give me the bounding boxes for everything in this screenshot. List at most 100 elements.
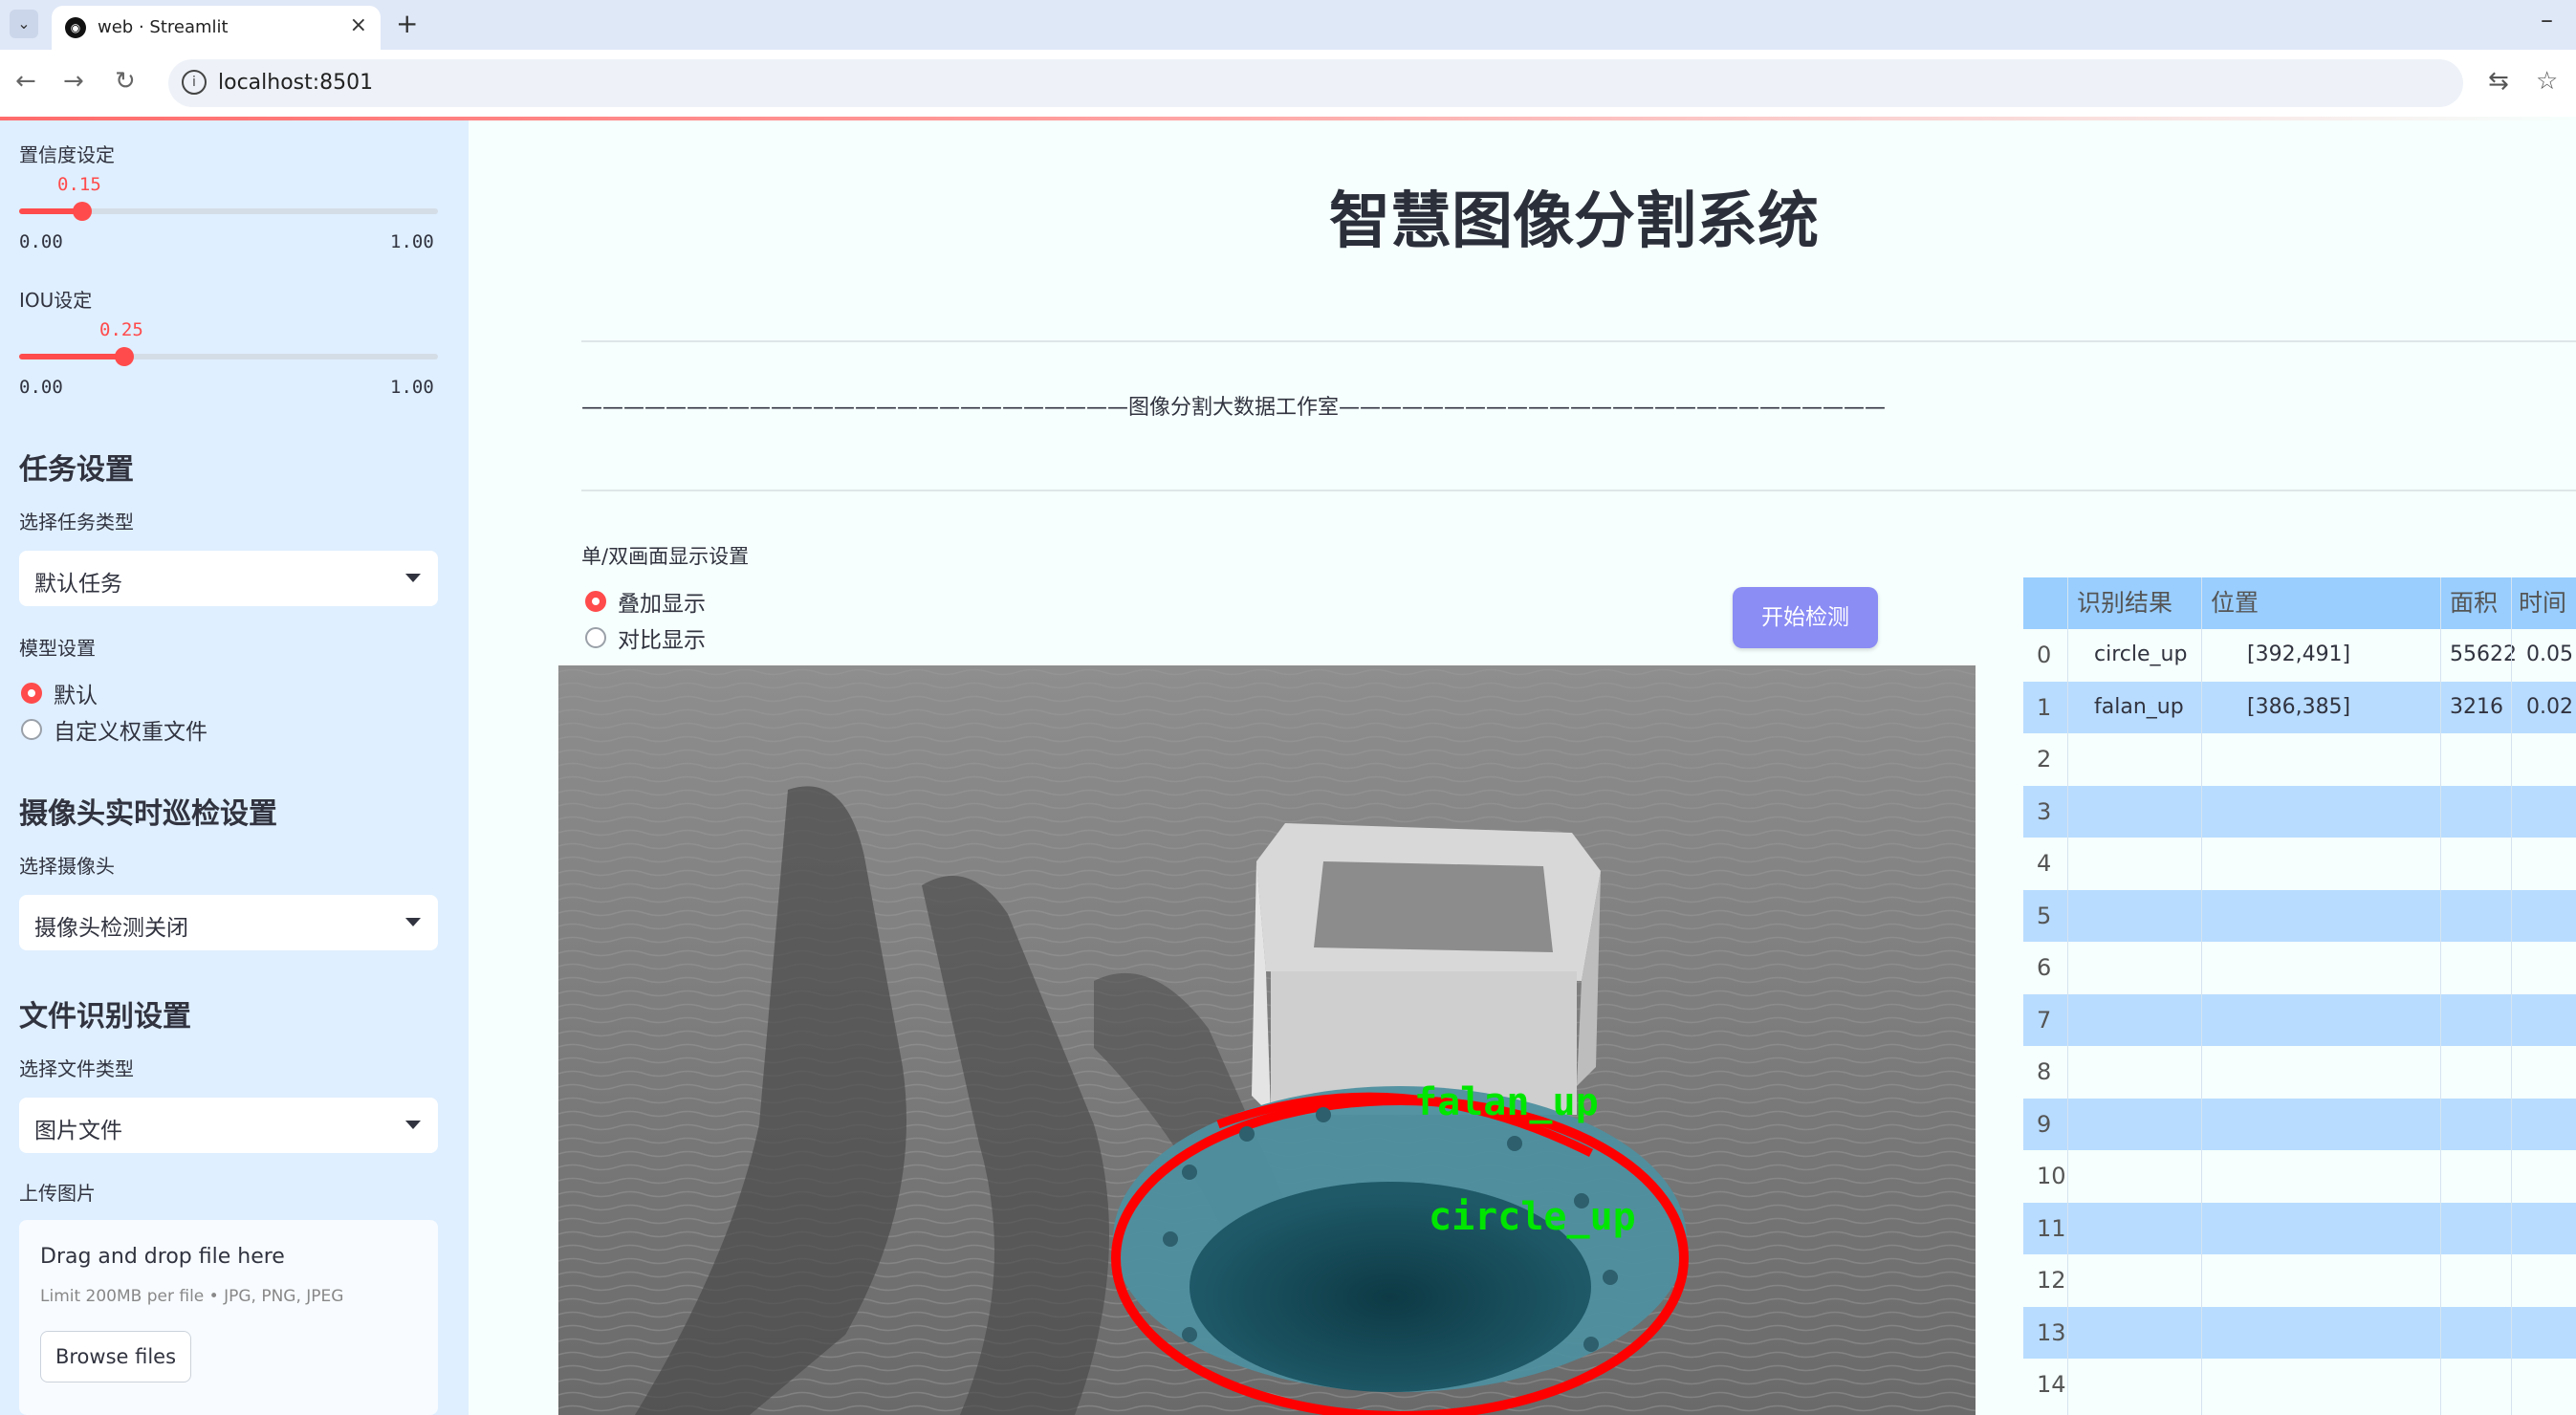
forward-arrow-icon[interactable]: →	[63, 67, 84, 96]
confidence-label: 置信度设定	[19, 143, 115, 166]
overlay-display-radio[interactable]	[585, 591, 606, 612]
task-type-select[interactable]: 默认任务	[19, 551, 438, 606]
column-divider	[2440, 577, 2441, 1415]
file-type-label: 选择文件类型	[19, 1057, 134, 1080]
dropzone-limit: Limit 200MB per file • JPG, PNG, JPEG	[40, 1287, 344, 1306]
iou-min: 0.00	[19, 377, 63, 398]
table-row[interactable]: 4	[2023, 838, 2576, 889]
table-row[interactable]: 10	[2023, 1150, 2576, 1202]
table-row[interactable]: 0 circle_up [392,491] 55622 0.05	[2023, 629, 2576, 681]
reload-icon[interactable]: ↻	[115, 67, 136, 96]
address-bar[interactable]: i localhost:8501	[168, 59, 2463, 107]
model-default-radio[interactable]	[21, 683, 42, 704]
display-mode-label: 单/双画面显示设置	[581, 545, 750, 568]
browser-tab[interactable]: ◉ web · Streamlit ×	[52, 6, 381, 50]
circle-up-detection-label: circle_up	[1429, 1195, 1636, 1239]
row-index: 10	[2037, 1163, 2066, 1189]
table-row[interactable]: 8	[2023, 1046, 2576, 1098]
row-index: 2	[2037, 746, 2052, 773]
row-index: 5	[2037, 902, 2052, 929]
row-index: 1	[2037, 693, 2052, 721]
cell-area: 55622	[2450, 642, 2517, 666]
header-area[interactable]: 面积	[2450, 577, 2498, 629]
task-settings-header: 任务设置	[19, 453, 134, 487]
compare-display-radio[interactable]	[585, 627, 606, 648]
table-row[interactable]: 14	[2023, 1359, 2576, 1410]
cell-position: [386,385]	[2247, 694, 2351, 719]
header-position[interactable]: 位置	[2211, 577, 2259, 629]
streamlit-favicon-icon: ◉	[65, 17, 86, 38]
model-default-label[interactable]: 默认	[54, 677, 98, 709]
row-index: 9	[2037, 1110, 2052, 1138]
compare-display-label[interactable]: 对比显示	[618, 621, 706, 654]
site-info-icon[interactable]: i	[182, 70, 207, 95]
row-index: 11	[2037, 1214, 2066, 1242]
model-custom-radio[interactable]	[21, 719, 42, 740]
iou-slider-thumb[interactable]	[114, 347, 134, 366]
model-custom-label[interactable]: 自定义权重文件	[54, 713, 207, 746]
results-table[interactable]: 识别结果 位置 面积 时间 0 circle_up [392,491] 55622 0.…	[2023, 577, 2576, 1415]
table-row[interactable]: 5	[2023, 889, 2576, 942]
column-divider	[2201, 577, 2202, 1415]
table-row[interactable]: 13	[2023, 1306, 2576, 1359]
row-index: 13	[2037, 1318, 2066, 1346]
window-minimize-icon[interactable]: –	[2541, 6, 2553, 34]
file-type-select[interactable]: 图片文件	[19, 1098, 438, 1153]
row-index: 14	[2037, 1371, 2066, 1398]
iou-value: 0.25	[99, 319, 143, 340]
divider	[581, 490, 2576, 491]
confidence-value: 0.15	[57, 174, 101, 195]
camera-select-value: 摄像头检测关闭	[34, 916, 188, 941]
table-row[interactable]: 12	[2023, 1254, 2576, 1306]
browser-toolbar: ← → ↻ i localhost:8501 ⇆ ☆	[0, 50, 2576, 117]
segmentation-result-image: falan_up circle_up	[558, 665, 1976, 1415]
header-result[interactable]: 识别结果	[2077, 577, 2172, 629]
studio-banner: ——————————————————————————图像分割大数据工作室————…	[581, 396, 1887, 420]
iou-label: IOU设定	[19, 289, 93, 312]
table-row[interactable]: 1 falan_up [386,385] 3216 0.02	[2023, 681, 2576, 733]
column-divider	[2511, 577, 2512, 1415]
table-row[interactable]: 7	[2023, 993, 2576, 1046]
tab-close-icon[interactable]: ×	[350, 13, 367, 37]
column-divider	[2067, 577, 2068, 1415]
row-index: 3	[2037, 797, 2052, 825]
camera-select[interactable]: 摄像头检测关闭	[19, 895, 438, 950]
table-row[interactable]: 3	[2023, 785, 2576, 838]
confidence-slider[interactable]	[19, 202, 438, 221]
model-settings-label: 模型设置	[19, 637, 96, 660]
cell-position: [392,491]	[2247, 642, 2351, 666]
file-settings-header: 文件识别设置	[19, 1000, 191, 1034]
back-arrow-icon[interactable]: ←	[15, 67, 36, 96]
url-text[interactable]: localhost:8501	[218, 71, 373, 95]
confidence-min: 0.00	[19, 231, 63, 252]
divider	[581, 340, 2576, 342]
new-tab-icon[interactable]: +	[396, 8, 418, 39]
result-image-svg: falan_up circle_up	[558, 665, 1976, 1415]
table-row[interactable]: 2	[2023, 733, 2576, 785]
row-index: 6	[2037, 954, 2052, 981]
sidebar: 置信度设定 0.15 0.00 1.00 IOU设定 0.25 0.00 1.0…	[0, 120, 469, 1415]
browser-tabbar: ⌄ ◉ web · Streamlit × + –	[0, 0, 2576, 50]
translate-icon[interactable]: ⇆	[2488, 67, 2509, 96]
iou-slider[interactable]	[19, 347, 438, 366]
confidence-slider-thumb[interactable]	[72, 202, 92, 221]
table-row[interactable]: 11	[2023, 1202, 2576, 1254]
tab-list-chevron-icon[interactable]: ⌄	[10, 10, 38, 38]
row-index: 8	[2037, 1058, 2052, 1085]
browse-files-button[interactable]: Browse files	[40, 1331, 191, 1382]
overlay-display-label[interactable]: 叠加显示	[618, 585, 706, 618]
file-uploader-dropzone[interactable]: Drag and drop file here Limit 200MB per …	[19, 1220, 438, 1415]
tab-title: web · Streamlit	[98, 17, 229, 37]
bookmark-star-icon[interactable]: ☆	[2536, 67, 2558, 96]
header-time[interactable]: 时间	[2519, 577, 2566, 629]
page-title: 智慧图像分割系统	[1329, 186, 1819, 257]
cell-result: falan_up	[2094, 694, 2184, 719]
falan-up-detection-label: falan_up	[1414, 1080, 1599, 1124]
row-index: 12	[2037, 1267, 2066, 1294]
table-row[interactable]: 9	[2023, 1098, 2576, 1150]
start-detection-button[interactable]: 开始检测	[1733, 587, 1878, 648]
dropzone-instruction: Drag and drop file here	[40, 1245, 285, 1269]
table-row[interactable]: 6	[2023, 942, 2576, 993]
iou-max: 1.00	[390, 377, 434, 398]
table-header-row: 识别结果 位置 面积 时间	[2023, 577, 2576, 629]
